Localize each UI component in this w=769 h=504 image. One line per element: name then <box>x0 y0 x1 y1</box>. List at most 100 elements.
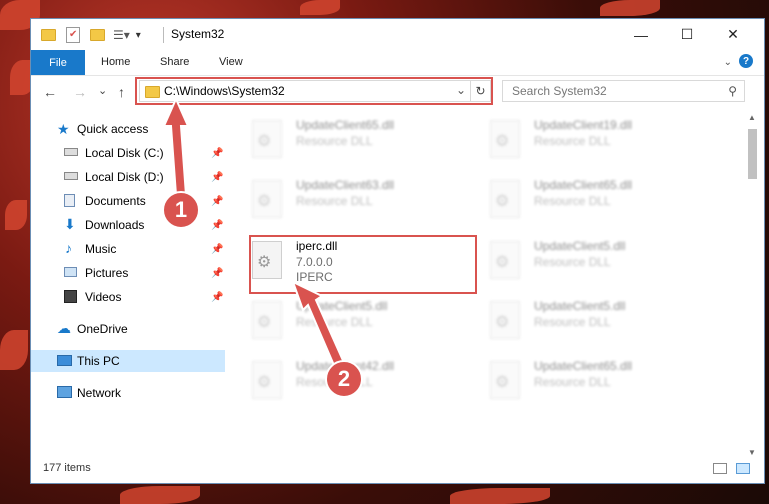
navigation-bar: ← → ⌄ ↑ C:\Windows\System32 ⌄ ↻ Search S… <box>31 76 764 108</box>
details-view-icon[interactable] <box>713 463 727 474</box>
file-name: UpdateClient5.dll <box>534 239 626 253</box>
callout-1: 1 <box>162 191 200 229</box>
forward-button[interactable]: → <box>73 84 87 100</box>
file-item[interactable]: ⚙ UpdateClient65.dll Resource DLL <box>490 357 710 407</box>
sidebar-item-onedrive[interactable]: ☁ OneDrive <box>31 318 225 340</box>
help-button[interactable]: ? <box>739 54 753 68</box>
background-leaf <box>300 0 340 15</box>
file-list: ⚙ UpdateClient65.dll Resource DLL ⚙ Upda… <box>228 111 743 459</box>
dll-file-icon: ⚙ <box>490 241 520 279</box>
sidebar-item-label: Documents <box>85 194 146 208</box>
sidebar-item-pictures[interactable]: Pictures 📌 <box>31 262 225 284</box>
chevron-down-icon[interactable]: ▾ <box>136 30 141 41</box>
background-leaf <box>5 200 27 230</box>
close-button[interactable]: ✕ <box>710 19 756 50</box>
sidebar-item-label: Music <box>85 242 117 256</box>
sidebar-item-local-disk-c[interactable]: Local Disk (C:) 📌 <box>31 142 225 164</box>
sidebar-item-this-pc[interactable]: This PC <box>31 350 225 372</box>
file-item[interactable]: ⚙ UpdateClient65.dll Resource DLL <box>252 116 472 166</box>
file-name: UpdateClient65.dll <box>296 118 395 132</box>
pin-icon[interactable]: 📌 <box>211 244 223 255</box>
maximize-button[interactable]: ☐ <box>664 19 710 50</box>
item-count: 177 items <box>43 462 91 474</box>
background-leaf <box>600 0 660 16</box>
pin-icon[interactable]: 📌 <box>211 220 223 231</box>
drive-icon <box>64 172 78 180</box>
file-highlight-box <box>249 235 477 294</box>
file-name: UpdateClient63.dll <box>296 178 395 192</box>
file-item[interactable]: ⚙ UpdateClient19.dll Resource DLL <box>490 116 710 166</box>
file-item[interactable]: ⚙ UpdateClient5.dll Resource DLL <box>490 237 710 287</box>
dll-file-icon: ⚙ <box>490 361 520 399</box>
tab-home[interactable]: Home <box>101 56 130 68</box>
scroll-down-icon[interactable]: ▼ <box>748 448 756 457</box>
pin-icon[interactable]: 📌 <box>211 148 223 159</box>
dll-file-icon: ⚙ <box>490 301 520 339</box>
sidebar-item-network[interactable]: Network <box>31 382 225 404</box>
sidebar-item-label: Videos <box>85 290 122 304</box>
file-name: UpdateClient19.dll <box>534 118 633 132</box>
properties-icon[interactable]: ✔ <box>66 27 80 43</box>
ribbon: File Home Share View ⌄ ? <box>31 50 764 76</box>
sidebar-item-videos[interactable]: Videos 📌 <box>31 286 225 308</box>
cloud-icon: ☁ <box>57 320 71 336</box>
sidebar-item-label: Local Disk (D:) <box>85 170 164 184</box>
file-description: Resource DLL <box>534 375 611 389</box>
customize-toolbar-icon[interactable]: ☰▾ <box>113 28 130 42</box>
pin-icon[interactable]: 📌 <box>211 268 223 279</box>
sidebar-item-label: Local Disk (C:) <box>85 146 164 160</box>
sidebar-item-label: Network <box>77 386 122 400</box>
up-button[interactable]: ↑ <box>118 84 125 100</box>
dll-file-icon: ⚙ <box>252 120 282 158</box>
title-bar: ✔ ☰▾ ▾ System32 — ☐ ✕ <box>31 19 764 50</box>
file-item[interactable]: ⚙ UpdateClient65.dll Resource DLL <box>490 176 710 226</box>
scrollbar-thumb[interactable] <box>748 129 757 179</box>
download-icon: ⬇ <box>64 216 76 232</box>
navigation-pane: ★ Quick access Local Disk (C:) 📌 Local D… <box>31 111 225 451</box>
dll-file-icon: ⚙ <box>252 361 282 399</box>
callout-2: 2 <box>325 360 363 398</box>
file-description: Resource DLL <box>534 315 611 329</box>
folder-icon <box>41 29 56 41</box>
pin-icon[interactable]: 📌 <box>211 292 223 303</box>
window-title: System32 <box>171 27 225 41</box>
star-icon: ★ <box>57 121 70 137</box>
large-icons-view-icon[interactable] <box>736 463 750 474</box>
recent-locations-button[interactable]: ⌄ <box>98 84 107 97</box>
dll-file-icon: ⚙ <box>252 301 282 339</box>
vertical-scrollbar[interactable]: ▲ ▼ <box>746 111 758 459</box>
new-folder-icon[interactable] <box>90 29 105 41</box>
file-description: Resource DLL <box>296 315 373 329</box>
file-item[interactable]: ⚙ UpdateClient5.dll Resource DLL <box>252 297 472 347</box>
title-separator <box>163 27 164 43</box>
network-icon <box>57 386 72 398</box>
file-description: Resource DLL <box>534 134 611 148</box>
file-description: Resource DLL <box>296 134 373 148</box>
file-description: Resource DLL <box>296 194 373 208</box>
sidebar-item-local-disk-d[interactable]: Local Disk (D:) 📌 <box>31 166 225 188</box>
tab-file[interactable]: File <box>31 50 85 75</box>
expand-ribbon-icon[interactable]: ⌄ <box>724 57 732 68</box>
scroll-up-icon[interactable]: ▲ <box>748 113 756 122</box>
back-button[interactable]: ← <box>43 84 57 100</box>
address-highlight-box <box>135 77 493 105</box>
background-leaf <box>120 486 200 504</box>
minimize-button[interactable]: — <box>618 19 664 50</box>
tab-view[interactable]: View <box>219 56 243 68</box>
sidebar-item-label: Quick access <box>77 122 149 136</box>
pin-icon[interactable]: 📌 <box>211 172 223 183</box>
quick-access-toolbar: ✔ ☰▾ ▾ <box>41 26 141 44</box>
documents-icon <box>64 194 75 207</box>
tab-share[interactable]: Share <box>160 56 189 68</box>
sidebar-item-quick-access[interactable]: ★ Quick access <box>31 118 225 140</box>
sidebar-item-music[interactable]: ♪ Music 📌 <box>31 238 225 260</box>
pin-icon[interactable]: 📌 <box>211 196 223 207</box>
file-item[interactable]: ⚙ UpdateClient5.dll Resource DLL <box>490 297 710 347</box>
sidebar-item-label: Pictures <box>85 266 129 280</box>
search-input[interactable]: Search System32 ⚲ <box>502 80 745 102</box>
file-description: Resource DLL <box>534 194 611 208</box>
file-description: Resource DLL <box>534 255 611 269</box>
sidebar-item-label: Downloads <box>85 218 145 232</box>
file-item[interactable]: ⚙ UpdateClient63.dll Resource DLL <box>252 176 472 226</box>
dll-file-icon: ⚙ <box>490 180 520 218</box>
